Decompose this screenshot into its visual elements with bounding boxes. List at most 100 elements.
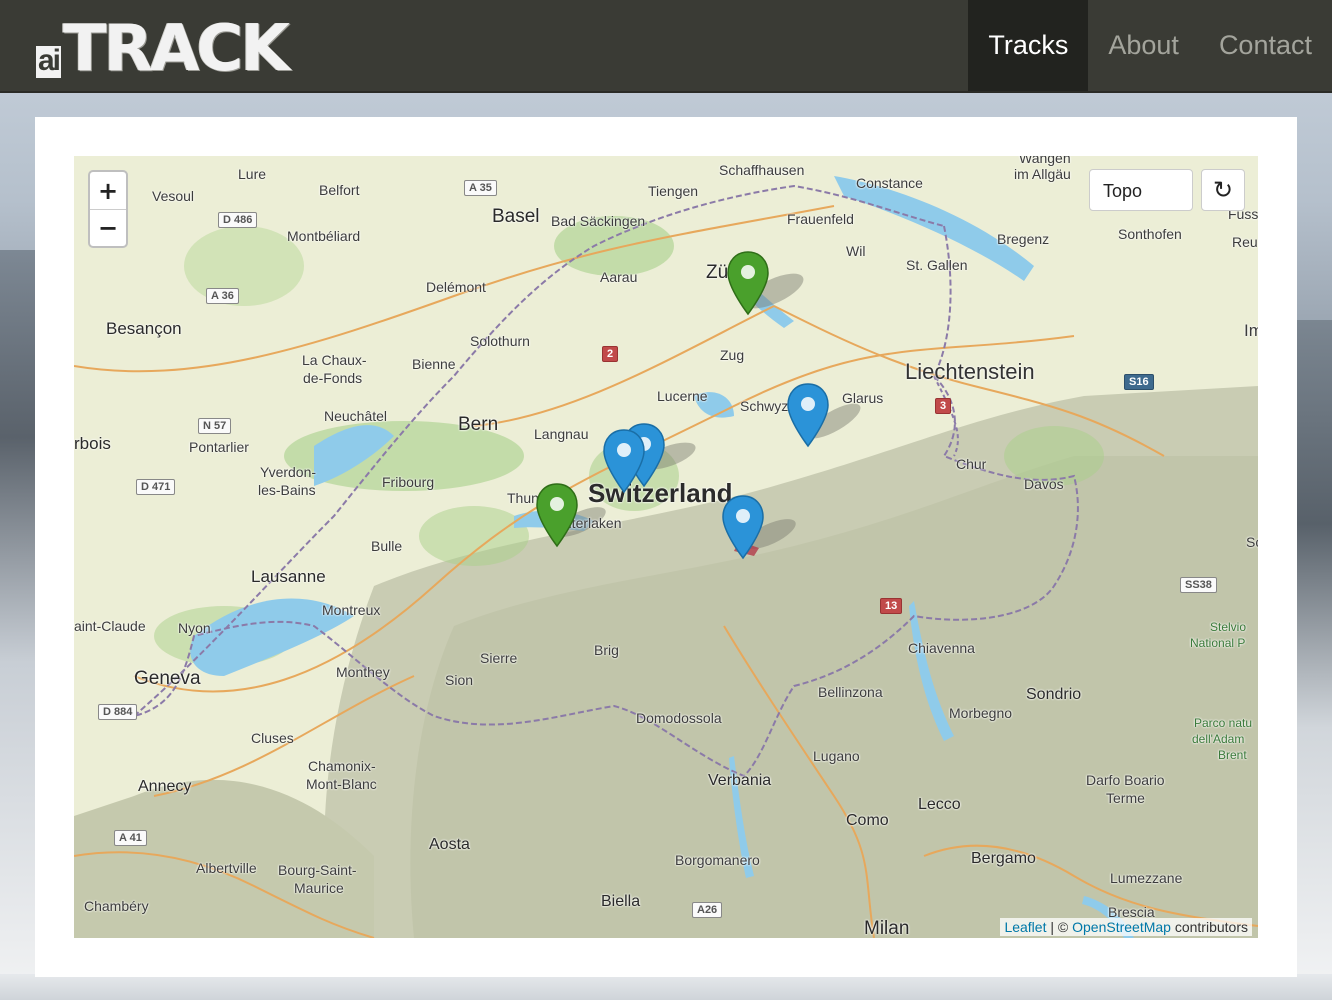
map-label: dell'Adam bbox=[1192, 732, 1245, 746]
map-label: aint-Claude bbox=[74, 618, 146, 634]
map-label: Glarus bbox=[842, 390, 884, 406]
map[interactable]: Wangen im Allgäu Lure Vesoul Belfort Bas… bbox=[74, 156, 1258, 938]
map-tiles bbox=[74, 156, 1258, 938]
map-label: Lure bbox=[238, 166, 267, 182]
road-badge: A26 bbox=[692, 902, 723, 918]
map-label: Fribourg bbox=[382, 474, 435, 490]
road-badge: SS38 bbox=[1180, 577, 1217, 593]
map-label: Geneva bbox=[134, 668, 201, 689]
map-label: Lausanne bbox=[251, 567, 326, 586]
map-attribution: Leaflet | © OpenStreetMap contributors bbox=[1000, 918, 1252, 936]
map-marker-icon[interactable] bbox=[786, 382, 830, 448]
background-mountain-left bbox=[0, 250, 40, 1000]
map-label: Maurice bbox=[294, 880, 344, 896]
map-label: Montreux bbox=[322, 602, 381, 618]
map-label: Como bbox=[846, 812, 889, 829]
map-label: Solothurn bbox=[470, 333, 530, 349]
map-label: de-Fonds bbox=[303, 370, 363, 386]
map-label: im Allgäu bbox=[1014, 166, 1071, 182]
road-badge: 13 bbox=[880, 598, 903, 614]
zoom-in-button[interactable]: + bbox=[90, 172, 126, 209]
map-label: Schwyz bbox=[740, 398, 789, 414]
map-label: Tiengen bbox=[648, 183, 699, 199]
navbar: ai TRACK Tracks About Contact bbox=[0, 0, 1332, 93]
map-label: Sion bbox=[445, 672, 474, 688]
layer-select[interactable]: Topo bbox=[1089, 169, 1193, 211]
road-badge: 3 bbox=[935, 398, 952, 414]
attribution-separator: | © bbox=[1050, 919, 1069, 935]
brand-name: TRACK bbox=[63, 12, 290, 86]
map-label: Neuchâtel bbox=[324, 408, 388, 424]
nav-about[interactable]: About bbox=[1088, 0, 1199, 91]
road-badge: A 41 bbox=[114, 830, 147, 846]
leaflet-link[interactable]: Leaflet bbox=[1004, 919, 1046, 935]
map-label: Schaffhausen bbox=[719, 162, 805, 178]
map-label: Chambéry bbox=[84, 898, 149, 914]
map-label: La Chaux- bbox=[302, 352, 367, 368]
map-label: Sierre bbox=[480, 650, 518, 666]
zoom-control: + − bbox=[88, 170, 128, 248]
refresh-icon[interactable]: ↻ bbox=[1201, 169, 1245, 211]
map-label: Cluses bbox=[251, 730, 294, 746]
map-label: Bulle bbox=[371, 538, 403, 554]
map-label: Terme bbox=[1106, 790, 1145, 806]
brand-prefix: ai bbox=[36, 44, 61, 78]
map-label: Stelvio bbox=[1210, 620, 1247, 634]
map-label: Chur bbox=[956, 456, 987, 472]
map-label: Lumezzane bbox=[1110, 870, 1183, 886]
road-badge: D 471 bbox=[136, 479, 176, 495]
map-label: Bern bbox=[458, 414, 499, 435]
nav-contact[interactable]: Contact bbox=[1199, 0, 1332, 91]
map-label: Frauenfeld bbox=[787, 211, 854, 227]
map-label: Belfort bbox=[319, 182, 360, 198]
map-label: Delémont bbox=[426, 279, 486, 295]
map-label: Chiavenna bbox=[908, 640, 975, 656]
map-label: les-Bains bbox=[258, 482, 316, 498]
map-label: Schl bbox=[1246, 534, 1258, 550]
map-label: Aosta bbox=[429, 836, 470, 853]
map-label: Sondrio bbox=[1026, 686, 1082, 703]
map-label: Davos bbox=[1024, 476, 1064, 492]
map-label: Borgomanero bbox=[675, 852, 760, 868]
map-marker-icon[interactable] bbox=[726, 250, 770, 316]
map-label: Sonthofen bbox=[1118, 226, 1182, 242]
road-badge: D 486 bbox=[218, 212, 258, 228]
map-marker-icon[interactable] bbox=[721, 494, 765, 560]
map-label: Biella bbox=[601, 893, 641, 910]
map-label: Bregenz bbox=[997, 231, 1050, 247]
map-label: Annecy bbox=[138, 778, 192, 795]
map-label: Langnau bbox=[534, 426, 589, 442]
road-badge: D 884 bbox=[98, 704, 138, 720]
map-label: Vesoul bbox=[152, 188, 195, 204]
road-badge: S16 bbox=[1124, 374, 1154, 390]
map-label: Milan bbox=[864, 918, 910, 938]
map-marker-icon[interactable] bbox=[602, 428, 646, 494]
map-label: Bergamo bbox=[971, 850, 1036, 867]
map-label: Wil bbox=[846, 243, 866, 259]
map-label: Domodossola bbox=[636, 710, 722, 726]
nav-tracks[interactable]: Tracks bbox=[968, 0, 1089, 91]
map-label: Lugano bbox=[813, 748, 860, 764]
brand-logo[interactable]: ai TRACK bbox=[36, 12, 336, 86]
map-label: Brent bbox=[1218, 748, 1247, 762]
map-label: Parco natu bbox=[1194, 716, 1253, 730]
osm-link[interactable]: OpenStreetMap bbox=[1072, 919, 1171, 935]
attribution-suffix: contributors bbox=[1174, 919, 1248, 935]
map-label: Brig bbox=[594, 642, 619, 658]
map-label: Aarau bbox=[600, 269, 638, 285]
map-marker-icon[interactable] bbox=[535, 482, 579, 548]
map-label: Darfo Boario bbox=[1086, 772, 1165, 788]
map-label: Im bbox=[1244, 321, 1258, 340]
map-label: Constance bbox=[856, 175, 923, 191]
map-label: Basel bbox=[492, 206, 540, 227]
zoom-out-button[interactable]: − bbox=[90, 209, 126, 246]
map-label: Bellinzona bbox=[818, 684, 883, 700]
main-nav: Tracks About Contact bbox=[968, 0, 1332, 91]
content-panel: Wangen im Allgäu Lure Vesoul Belfort Bas… bbox=[35, 117, 1297, 977]
map-label: Bourg-Saint- bbox=[278, 862, 357, 878]
map-label: Reu bbox=[1232, 234, 1258, 250]
map-label: Lucerne bbox=[657, 388, 708, 404]
map-label: Besançon bbox=[106, 319, 182, 338]
map-label: Chamonix- bbox=[308, 758, 376, 774]
map-label: Pontarlier bbox=[189, 439, 249, 455]
